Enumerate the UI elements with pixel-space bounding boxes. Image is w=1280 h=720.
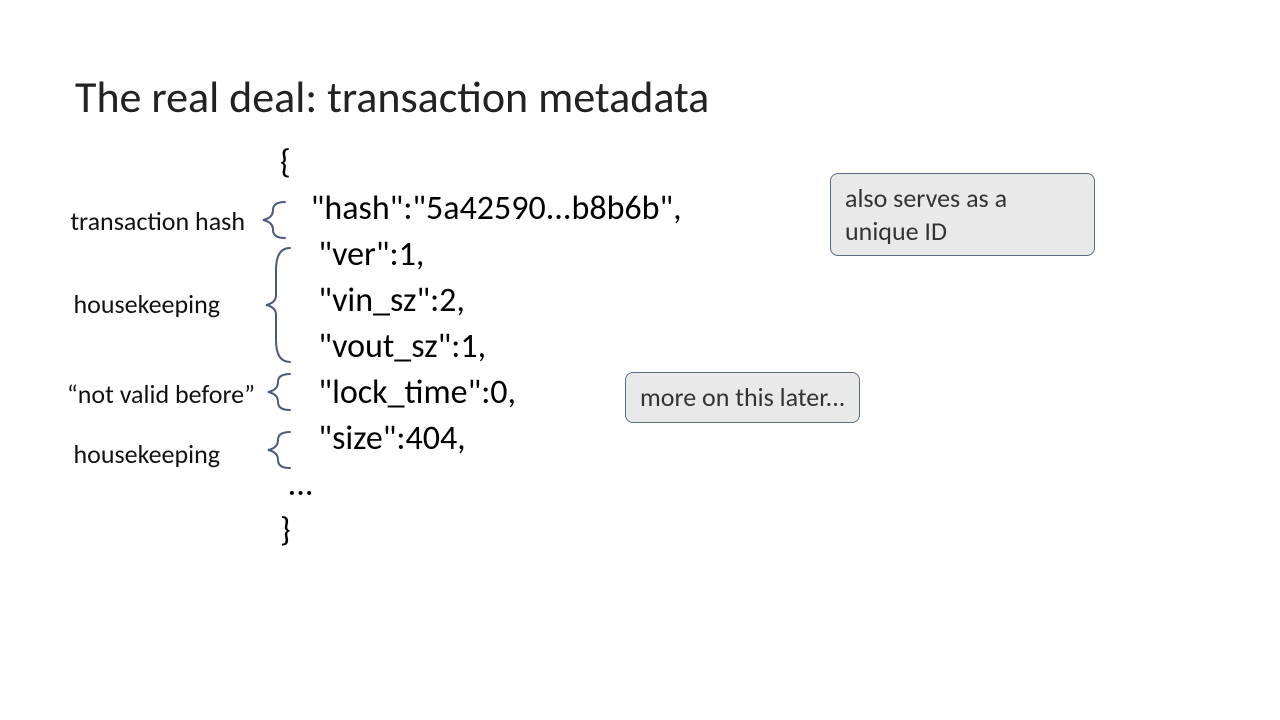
brace-icon: [255, 200, 290, 240]
brace-icon: [260, 430, 295, 470]
code-ellipsis: ...: [280, 464, 313, 505]
code-line-vin-sz: "vin_sz":2,: [280, 280, 465, 321]
callout-more-later: more on this later...: [625, 372, 860, 423]
code-line-hash: "hash":"5a42590...b8b6b",: [280, 188, 682, 229]
code-line-vout-sz: "vout_sz":1,: [280, 326, 486, 367]
brace-icon: [260, 245, 295, 365]
callout-unique-id: also serves as a unique ID: [830, 173, 1095, 256]
label-housekeeping-1: housekeeping: [40, 288, 220, 320]
slide: The real deal: transaction metadata { "h…: [0, 0, 1280, 720]
label-housekeeping-2: housekeeping: [40, 438, 220, 470]
label-transaction-hash: transaction hash: [40, 205, 245, 237]
code-line-size: "size":404,: [280, 418, 466, 459]
code-open-brace: {: [280, 142, 291, 183]
slide-title: The real deal: transaction metadata: [75, 70, 709, 124]
brace-icon: [260, 372, 295, 412]
code-line-lock-time: "lock_time":0,: [280, 372, 516, 413]
label-not-valid-before: “not valid before”: [40, 378, 255, 410]
code-line-ver: "ver":1,: [280, 234, 424, 275]
code-block: { "hash":"5a42590...b8b6b", "ver":1, "vi…: [280, 140, 682, 554]
code-close-brace: }: [280, 510, 291, 551]
